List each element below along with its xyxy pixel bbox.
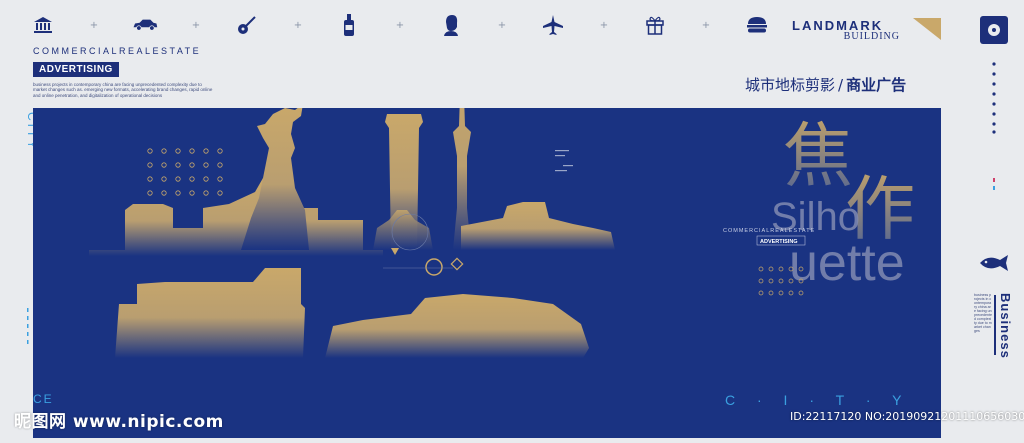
gift-icon bbox=[642, 13, 668, 37]
separator-plus: + bbox=[191, 19, 201, 31]
watermark-site: 昵图网 www.nipic.com bbox=[14, 412, 224, 432]
chinese-title-part2: 商业广告 bbox=[846, 76, 907, 94]
chinese-title: 城市地标剪影 / 商业广告 bbox=[745, 74, 906, 95]
bottle-icon bbox=[336, 13, 362, 37]
intro-paragraph: business projects in contemporary china … bbox=[33, 82, 213, 98]
separator-plus: + bbox=[293, 19, 303, 31]
statue-monument bbox=[241, 104, 309, 250]
separator-plus: + bbox=[395, 19, 405, 31]
fish-icon bbox=[980, 255, 1008, 271]
dot-grid bbox=[147, 148, 223, 196]
chinese-title-part1: 城市地标剪影 bbox=[745, 76, 836, 94]
brand-block: LANDMARK BUILDING bbox=[792, 18, 912, 48]
top-icon-bar: + + + + + + + bbox=[30, 10, 770, 40]
triangle-ornament bbox=[391, 248, 399, 255]
separator-plus: + bbox=[89, 19, 99, 31]
guitar-icon bbox=[234, 13, 260, 37]
ring-ornament bbox=[425, 258, 443, 276]
accent-marks bbox=[993, 178, 995, 190]
portrait-icon bbox=[438, 13, 464, 37]
separator-plus: + bbox=[599, 19, 609, 31]
business-bar bbox=[994, 295, 996, 355]
dots-column bbox=[992, 62, 996, 134]
shrine-building bbox=[373, 210, 433, 250]
city-name-char-1: 焦 bbox=[783, 117, 853, 195]
airplane-icon bbox=[540, 13, 566, 37]
tagline: COMMERCIALREALESTATE bbox=[33, 46, 202, 56]
tick-marks bbox=[27, 308, 29, 344]
business-word: Business bbox=[998, 293, 1013, 359]
diamond-ornament bbox=[450, 257, 464, 271]
city-spaced-label: C · I · T · Y bbox=[725, 392, 911, 408]
building-left-low bbox=[89, 178, 383, 256]
chinese-title-separator: / bbox=[838, 76, 844, 94]
city-fragment-left: CE bbox=[33, 392, 54, 406]
skyline-artwork: 焦 作 Silho uette COMMERCIALREALESTATE ADV… bbox=[89, 64, 915, 358]
bank-icon bbox=[30, 13, 56, 37]
brand-subtitle: BUILDING bbox=[843, 31, 900, 42]
burger-icon bbox=[744, 13, 770, 37]
mini-tagline: COMMERCIALREALESTATE bbox=[723, 228, 815, 234]
mini-badge: ADVERTISING bbox=[760, 239, 798, 245]
building-block bbox=[115, 268, 305, 358]
script-word-2: uette bbox=[789, 234, 905, 292]
stadium bbox=[325, 294, 589, 358]
watermark-id: ID:22117120 NO:20190921201110656030 bbox=[790, 410, 1024, 423]
target-icon bbox=[980, 16, 1008, 44]
car-icon bbox=[132, 13, 158, 37]
tiny-marks bbox=[555, 150, 573, 172]
gold-triangle bbox=[913, 18, 941, 40]
building-right bbox=[461, 202, 615, 250]
advertising-badge: ADVERTISING bbox=[33, 62, 119, 77]
separator-plus: + bbox=[701, 19, 711, 31]
separator-plus: + bbox=[497, 19, 507, 31]
main-panel: 焦 作 Silho uette COMMERCIALREALESTATE ADV… bbox=[33, 64, 941, 438]
business-paragraph: business projects in contemporary china … bbox=[974, 293, 992, 333]
